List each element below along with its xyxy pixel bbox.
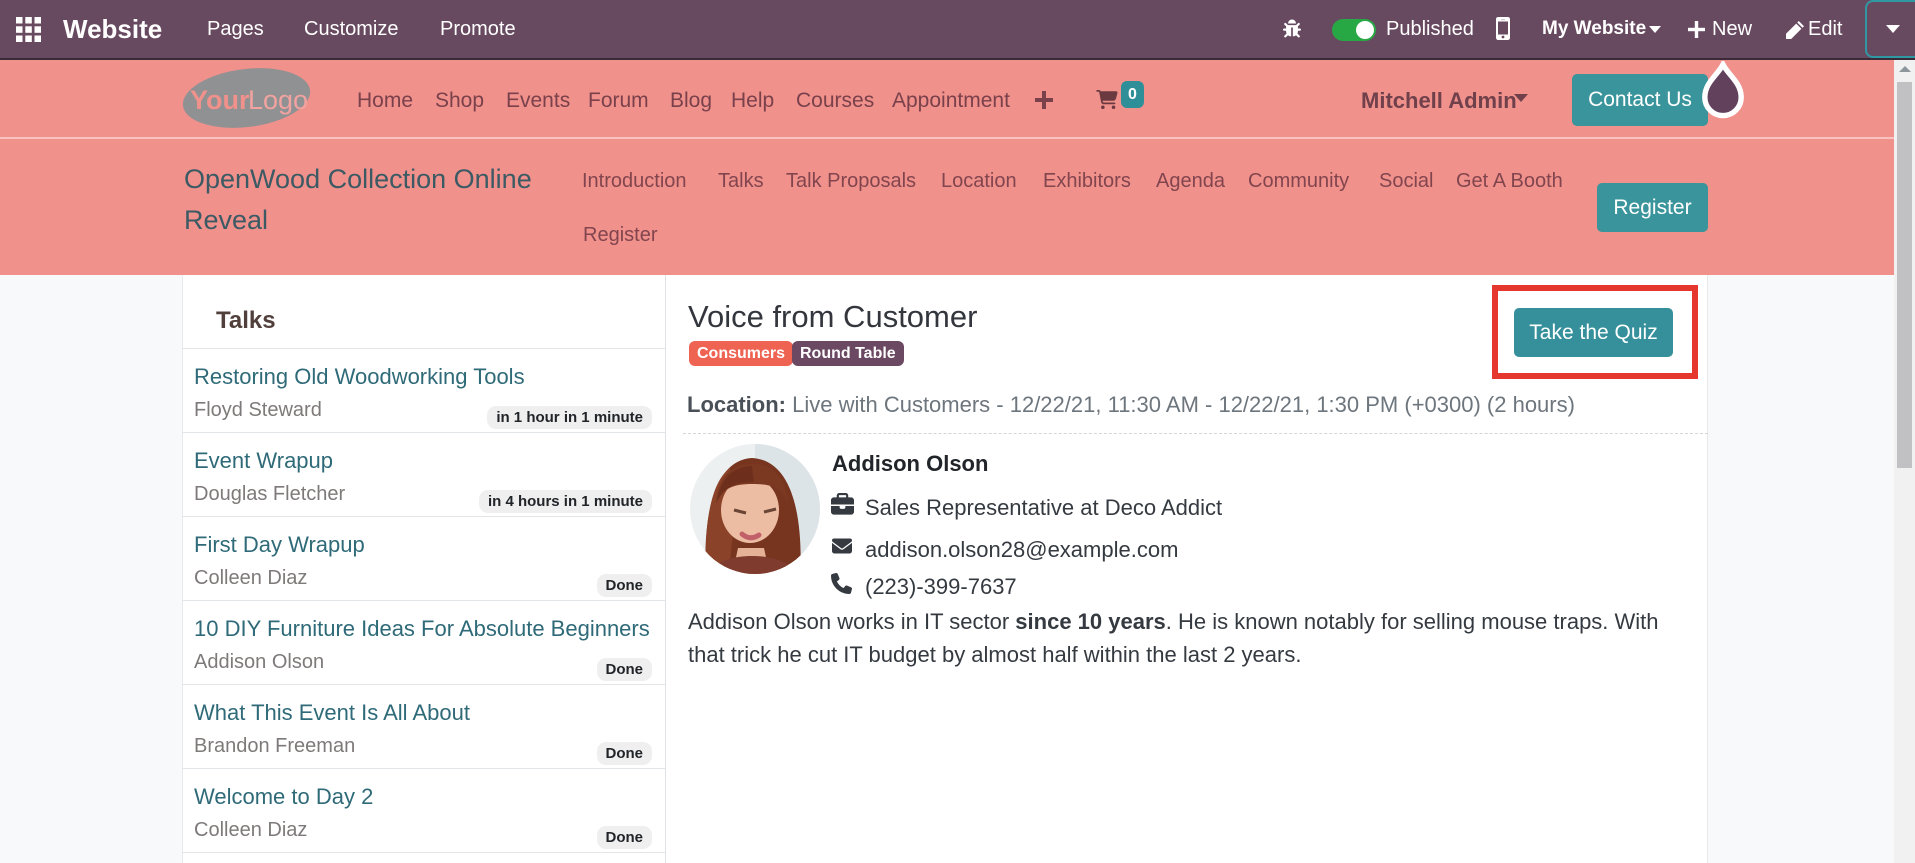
svg-text:Your: Your [190, 85, 250, 115]
svg-text:Logo: Logo [248, 85, 308, 115]
